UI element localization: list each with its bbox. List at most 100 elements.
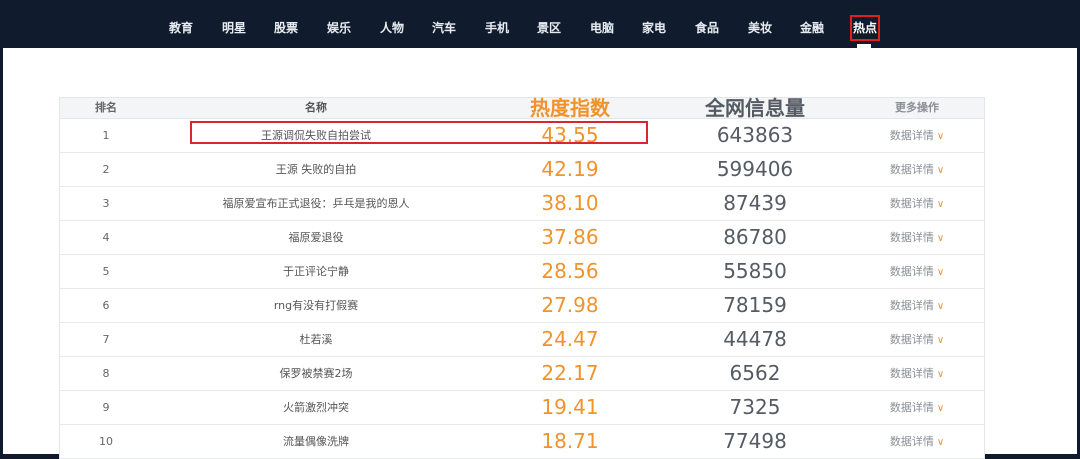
data-details-label: 数据详情 — [889, 129, 934, 142]
header-heat-index: 热度指数 — [530, 96, 610, 120]
chevron-down-icon: ∨ — [936, 301, 945, 312]
ranking-table: 排名 名称 热度指数 全网信息量 更多操作 1 王源调侃失败自拍尝试 43.55 64… — [59, 97, 985, 459]
name-cell[interactable]: 于正评论宁静 — [152, 255, 480, 288]
chevron-down-icon: ∨ — [936, 437, 945, 448]
nav-item-people[interactable]: 人物 — [380, 18, 404, 38]
chevron-down-icon: ∨ — [936, 369, 945, 380]
rank-cell: 10 — [99, 435, 113, 448]
table-row: 7 杜若溪 24.47 44478 数据详情 ∨ — [60, 323, 984, 357]
info-volume-cell: 7325 — [729, 395, 781, 419]
nav-item-computers[interactable]: 电脑 — [590, 18, 614, 38]
heat-index-cell: 27.98 — [541, 293, 599, 317]
data-details-link[interactable]: 数据详情 ∨ — [850, 153, 984, 187]
header-info-volume: 全网信息量 — [705, 96, 805, 120]
name-cell[interactable]: 保罗被禁赛2场 — [152, 357, 480, 390]
chevron-down-icon: ∨ — [936, 335, 945, 346]
data-details-label: 数据详情 — [889, 265, 934, 278]
name-cell[interactable]: 福原爱宣布正式退役：乒乓是我的恩人 — [152, 187, 480, 220]
nav-item-hot[interactable]: 热点 — [849, 15, 881, 41]
chevron-down-icon: ∨ — [936, 165, 945, 176]
heat-index-cell: 37.86 — [541, 225, 599, 249]
table-row: 5 于正评论宁静 28.56 55850 数据详情 ∨ — [60, 255, 984, 289]
nav-item-entertainment[interactable]: 娱乐 — [327, 18, 351, 38]
data-details-label: 数据详情 — [889, 333, 934, 346]
name-cell[interactable]: 杜若溪 — [152, 323, 480, 356]
rank-cell: 4 — [102, 231, 110, 244]
data-details-label: 数据详情 — [889, 163, 934, 176]
info-volume-cell: 599406 — [716, 157, 794, 181]
heat-index-cell: 24.47 — [541, 327, 599, 351]
table-row: 3 福原爱宣布正式退役：乒乓是我的恩人 38.10 87439 数据详情 ∨ — [60, 187, 984, 221]
chevron-down-icon: ∨ — [936, 131, 945, 142]
heat-index-cell: 18.71 — [541, 429, 599, 453]
nav-item-food[interactable]: 食品 — [695, 18, 719, 38]
nav-item-celebrity[interactable]: 明星 — [222, 18, 246, 38]
nav-item-scenic[interactable]: 景区 — [537, 18, 561, 38]
info-volume-cell: 643863 — [716, 123, 794, 147]
table-row: 9 火箭激烈冲突 19.41 7325 数据详情 ∨ — [60, 391, 984, 425]
chevron-down-icon: ∨ — [936, 267, 945, 278]
nav-item-stocks[interactable]: 股票 — [274, 18, 298, 38]
data-details-link[interactable]: 数据详情 ∨ — [850, 255, 984, 289]
top-navigation: 教育 明星 股票 娱乐 人物 汽车 手机 景区 电脑 家电 食品 美妆 金融 热… — [0, 0, 1080, 48]
data-details-label: 数据详情 — [889, 231, 934, 244]
header-rank: 排名 — [95, 101, 117, 114]
info-volume-cell: 6562 — [729, 361, 781, 385]
data-details-link[interactable]: 数据详情 ∨ — [850, 323, 984, 357]
table-row: 2 王源 失败的自拍 42.19 599406 数据详情 ∨ — [60, 153, 984, 187]
data-details-label: 数据详情 — [889, 401, 934, 414]
table-header: 排名 名称 热度指数 全网信息量 更多操作 — [60, 98, 984, 119]
name-cell[interactable]: 王源 失败的自拍 — [152, 153, 480, 186]
heat-index-cell: 19.41 — [541, 395, 599, 419]
name-cell[interactable]: rng有没有打假赛 — [152, 289, 480, 322]
data-details-label: 数据详情 — [889, 197, 934, 210]
nav-item-education[interactable]: 教育 — [169, 18, 193, 38]
main-content: 排名 名称 热度指数 全网信息量 更多操作 1 王源调侃失败自拍尝试 43.55 64… — [3, 48, 1077, 459]
data-details-label: 数据详情 — [889, 299, 934, 312]
header-more-actions: 更多操作 — [895, 101, 939, 114]
heat-index-cell: 42.19 — [541, 157, 599, 181]
table-row: 10 流量偶像洗牌 18.71 77498 数据详情 ∨ — [60, 425, 984, 459]
heat-index-cell: 28.56 — [541, 259, 599, 283]
header-name: 名称 — [305, 101, 327, 114]
info-volume-cell: 44478 — [723, 327, 787, 351]
name-cell[interactable]: 流量偶像洗牌 — [152, 425, 480, 458]
rank-cell: 8 — [102, 367, 110, 380]
data-details-link[interactable]: 数据详情 ∨ — [850, 221, 984, 255]
info-volume-cell: 55850 — [723, 259, 787, 283]
name-cell[interactable]: 王源调侃失败自拍尝试 — [152, 119, 480, 152]
name-cell[interactable]: 福原爱退役 — [152, 221, 480, 254]
table-row: 6 rng有没有打假赛 27.98 78159 数据详情 ∨ — [60, 289, 984, 323]
data-details-link[interactable]: 数据详情 ∨ — [850, 119, 984, 153]
data-details-link[interactable]: 数据详情 ∨ — [850, 357, 984, 391]
chevron-down-icon: ∨ — [936, 199, 945, 210]
info-volume-cell: 78159 — [723, 293, 787, 317]
chevron-down-icon: ∨ — [936, 233, 945, 244]
table-row: 1 王源调侃失败自拍尝试 43.55 643863 数据详情 ∨ — [60, 119, 984, 153]
data-details-link[interactable]: 数据详情 ∨ — [850, 289, 984, 323]
rank-cell: 5 — [102, 265, 110, 278]
rank-cell: 1 — [102, 129, 110, 142]
data-details-link[interactable]: 数据详情 ∨ — [850, 425, 984, 459]
data-details-link[interactable]: 数据详情 ∨ — [850, 391, 984, 425]
chevron-down-icon: ∨ — [936, 403, 945, 414]
table-body: 1 王源调侃失败自拍尝试 43.55 643863 数据详情 ∨ 2 王源 失败的自拍 42.1… — [60, 119, 984, 459]
info-volume-cell: 77498 — [723, 429, 787, 453]
info-volume-cell: 86780 — [723, 225, 787, 249]
heat-index-cell: 38.10 — [541, 191, 599, 215]
nav-item-beauty[interactable]: 美妆 — [748, 18, 772, 38]
nav-item-appliances[interactable]: 家电 — [642, 18, 666, 38]
rank-cell: 7 — [102, 333, 110, 346]
nav-item-cars[interactable]: 汽车 — [432, 18, 456, 38]
rank-cell: 2 — [102, 163, 110, 176]
data-details-link[interactable]: 数据详情 ∨ — [850, 187, 984, 221]
name-cell[interactable]: 火箭激烈冲突 — [152, 391, 480, 424]
rank-cell: 6 — [102, 299, 110, 312]
info-volume-cell: 87439 — [723, 191, 787, 215]
heat-index-cell: 22.17 — [541, 361, 599, 385]
table-row: 4 福原爱退役 37.86 86780 数据详情 ∨ — [60, 221, 984, 255]
rank-cell: 9 — [102, 401, 110, 414]
nav-item-finance[interactable]: 金融 — [800, 18, 824, 38]
nav-item-phones[interactable]: 手机 — [485, 18, 509, 38]
rank-cell: 3 — [102, 197, 110, 210]
